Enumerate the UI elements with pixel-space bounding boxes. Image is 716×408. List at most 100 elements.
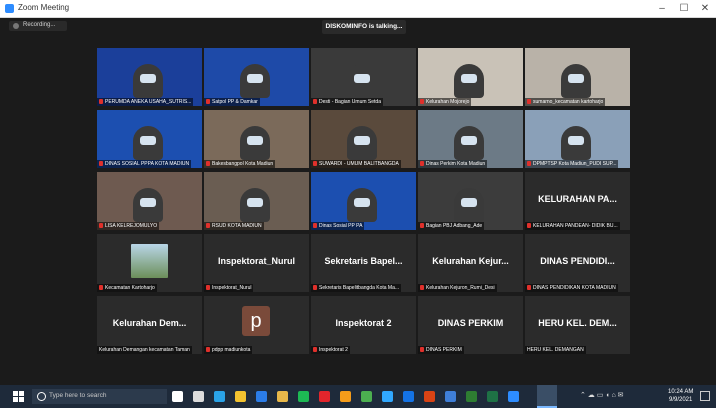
participant-tile[interactable]: Desti - Bagian Umum Setda: [311, 48, 416, 106]
participant-tile[interactable]: Bagian PBJ Adbang_Ade: [418, 172, 523, 230]
participant-face: [140, 74, 156, 83]
muted-mic-icon: [313, 223, 317, 229]
muted-mic-icon: [99, 285, 103, 291]
participant-name-text: Inspektorat 2: [319, 347, 348, 353]
chrome-icon[interactable]: [361, 391, 372, 402]
participant-tile[interactable]: sumarno_kecamatan kartoharjo: [525, 48, 630, 106]
clock-date: 9/9/2021: [669, 397, 693, 403]
zoom-icon[interactable]: [508, 391, 519, 402]
participant-tile[interactable]: Satpol PP & Damkar: [204, 48, 309, 106]
participant-name-text: DINAS PENDIDIKAN KOTA MADIUN: [533, 285, 616, 291]
participant-name-text: Kelurahan Kejuron_Rumi_Desi: [426, 285, 495, 291]
participant-tile[interactable]: PERUMDA ANEKA USAHA_SUTRIS...: [97, 48, 202, 106]
participant-name-label: Inspektorat 2: [311, 346, 350, 354]
microphone-icon[interactable]: [172, 391, 183, 402]
participant-name-text: DPMPTSP Kota Madiun_PUDI SUP...: [533, 161, 617, 167]
explorer-icon[interactable]: [277, 391, 288, 402]
excel-icon[interactable]: [487, 391, 498, 402]
participant-tile[interactable]: HERU KEL. DEM... HERU KEL. DEMANGAN: [525, 296, 630, 354]
system-tray[interactable]: ⌃ ☁ ▭ ◖ ⌂ ✉: [580, 391, 624, 399]
participant-name-label: LISA KELREJOMULYO: [97, 222, 160, 230]
store-icon[interactable]: [235, 391, 246, 402]
participant-name-label: Kelurahan Kejuron_Rumi_Desi: [418, 284, 497, 292]
participant-tile[interactable]: Dinas Perkim Kota Madiun: [418, 110, 523, 168]
participant-tile[interactable]: DINAS PENDIDI... DINAS PENDIDIKAN KOTA MA…: [525, 234, 630, 292]
edge-icon[interactable]: [214, 391, 225, 402]
mail-icon[interactable]: [256, 391, 267, 402]
participant-tile[interactable]: DINAS PERKIM DINAS PERKIM: [418, 296, 523, 354]
participant-name-text: PERUMDA ANEKA USAHA_SUTRIS...: [105, 99, 192, 105]
muted-mic-icon: [99, 223, 103, 229]
participant-tile[interactable]: Sekretaris Bapel... Sekretaris Bapelitban…: [311, 234, 416, 292]
spotify-icon[interactable]: [298, 391, 309, 402]
muted-mic-icon: [206, 347, 210, 353]
participant-name-text: Inspektorat_Nurul: [212, 285, 252, 291]
participant-name-label: Bagian PBJ Adbang_Ade: [418, 222, 485, 230]
participant-face: [461, 136, 477, 145]
participant-tile[interactable]: Kecamatan Kartoharjo: [97, 234, 202, 292]
gallery-grid: PERUMDA ANEKA USAHA_SUTRIS... Satpol PP &…: [97, 48, 630, 354]
participant-face: [140, 198, 156, 207]
recording-indicator[interactable]: Recording...: [9, 21, 67, 31]
participant-display-name: Inspektorat 2: [335, 318, 392, 328]
participant-name-text: DINAS PERKIM: [426, 347, 462, 353]
participant-tile[interactable]: RSUD KOTA MADIUN: [204, 172, 309, 230]
participant-name-text: Kelurahan Demangan kecamatan Taman: [99, 347, 190, 353]
notification-icon[interactable]: [700, 391, 710, 401]
participant-name-text: HERU KEL. DEMANGAN: [527, 347, 584, 353]
participant-face: [461, 198, 477, 207]
minimize-button[interactable]: –: [651, 1, 673, 16]
participant-name-label: DPMPTSP Kota Madiun_PUDI SUP...: [525, 160, 619, 168]
participant-tile[interactable]: Inspektorat_Nurul Inspektorat_Nurul: [204, 234, 309, 292]
participant-tile[interactable]: LISA KELREJOMULYO: [97, 172, 202, 230]
participant-name-text: DINAS SOSIAL PPPA KOTA MADIUN: [105, 161, 190, 167]
participant-tile[interactable]: KELURAHAN PA... KELURAHAN PANDEAN- DIDIK …: [525, 172, 630, 230]
participant-display-name: Kelurahan Kejur...: [432, 256, 509, 266]
participant-name-text: Sekretaris Bapelitbangda Kota Ma...: [319, 285, 400, 291]
participant-face: [354, 136, 370, 145]
close-button[interactable]: ✕: [694, 1, 716, 16]
maximize-button[interactable]: ☐: [673, 1, 695, 16]
participant-tile[interactable]: p pdpp madiunkota: [204, 296, 309, 354]
photoshop-icon[interactable]: [403, 391, 414, 402]
participant-display-name: HERU KEL. DEM...: [538, 318, 617, 328]
participant-tile[interactable]: Kelurahan Mojorejo: [418, 48, 523, 106]
lightroom-icon[interactable]: [382, 391, 393, 402]
participant-name-text: Dinas Perkim Kota Madiun: [426, 161, 486, 167]
windows-start-icon[interactable]: [13, 391, 24, 402]
avatar: p: [242, 306, 270, 336]
participant-name-text: LISA KELREJOMULYO: [105, 223, 158, 229]
participant-name-label: Sekretaris Bapelitbangda Kota Ma...: [311, 284, 402, 292]
participant-name-label: Dinas Sosial PP PA: [311, 222, 365, 230]
zoom-window: Zoom Meeting – ☐ ✕ Recording... DISKOMIN…: [0, 0, 716, 385]
muted-mic-icon: [99, 161, 103, 167]
taskbar-search-box[interactable]: Type here to search: [32, 389, 167, 404]
participant-name-text: Kelurahan Mojorejo: [426, 99, 470, 105]
taskbar-clock[interactable]: 10:24 AM 9/9/2021: [668, 388, 693, 404]
participant-name-label: Bakesbangpol Kota Madiun: [204, 160, 276, 168]
muted-mic-icon: [527, 99, 531, 105]
participant-tile[interactable]: DINAS SOSIAL PPPA KOTA MADIUN: [97, 110, 202, 168]
participant-face: [247, 136, 263, 145]
participant-face: [461, 74, 477, 83]
illustrator-icon[interactable]: [340, 391, 351, 402]
participant-tile[interactable]: Bakesbangpol Kota Madiun: [204, 110, 309, 168]
zoom-taskbar-active[interactable]: [537, 385, 557, 408]
app-green-icon[interactable]: [466, 391, 477, 402]
app-red-icon[interactable]: [424, 391, 435, 402]
task-view-icon[interactable]: [193, 391, 204, 402]
participant-name-label: sumarno_kecamatan kartoharjo: [525, 98, 606, 106]
participant-display-name: KELURAHAN PA...: [538, 194, 617, 204]
participant-tile[interactable]: DPMPTSP Kota Madiun_PUDI SUP...: [525, 110, 630, 168]
participant-face: [247, 198, 263, 207]
app-blue-icon[interactable]: [445, 391, 456, 402]
participant-display-name: Kelurahan Dem...: [112, 318, 187, 328]
participant-tile[interactable]: Kelurahan Dem... Kelurahan Demangan kecam…: [97, 296, 202, 354]
participant-name-text: Bakesbangpol Kota Madiun: [212, 161, 274, 167]
participant-tile[interactable]: Dinas Sosial PP PA: [311, 172, 416, 230]
participant-tile[interactable]: Inspektorat 2 Inspektorat 2: [311, 296, 416, 354]
participant-tile[interactable]: Kelurahan Kejur... Kelurahan Kejuron_Rumi…: [418, 234, 523, 292]
participant-tile[interactable]: SUWARDI - UMUM BALITBANGDA: [311, 110, 416, 168]
search-icon: [37, 392, 46, 401]
opera-icon[interactable]: [319, 391, 330, 402]
